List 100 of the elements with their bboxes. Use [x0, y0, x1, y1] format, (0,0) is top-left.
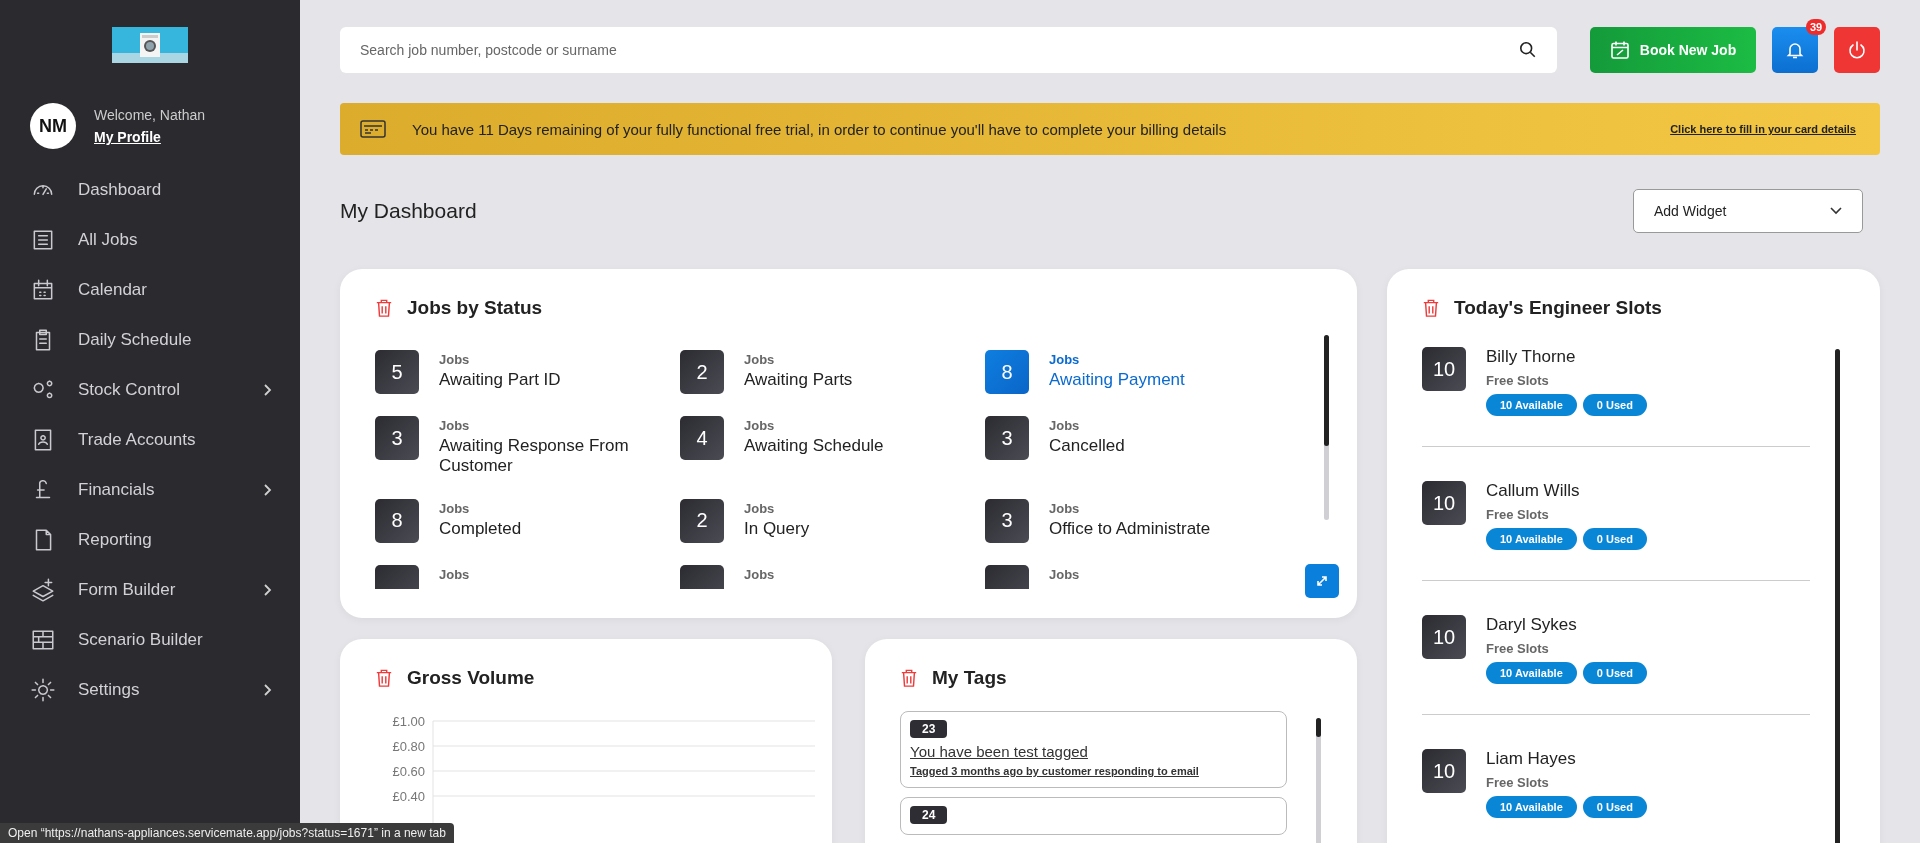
- sidebar-item[interactable]: Stock Control: [0, 365, 300, 415]
- sidebar-item[interactable]: Daily Schedule: [0, 315, 300, 365]
- free-slots-caption: Free Slots: [1486, 641, 1550, 656]
- sidebar-item[interactable]: Settings: [0, 665, 300, 715]
- jobs-caption: Jobs: [1049, 352, 1081, 367]
- sidebar-item[interactable]: Reporting: [0, 515, 300, 565]
- free-slots-caption: Free Slots: [1486, 507, 1550, 522]
- slot-count: 10: [1422, 749, 1466, 793]
- job-count[interactable]: 4: [680, 416, 724, 460]
- bell-icon: [1785, 40, 1805, 60]
- engineer-name: Daryl Sykes: [1486, 615, 1578, 635]
- card-details-link[interactable]: Click here to fill in your card details: [1670, 123, 1856, 135]
- tag-number: 23: [910, 720, 948, 738]
- axis-tick-label: £1.00: [392, 714, 425, 729]
- job-status-link[interactable]: Awaiting Payment: [1049, 370, 1185, 391]
- jobs-caption: Jobs: [1049, 500, 1081, 516]
- sidebar-item[interactable]: Dashboard: [0, 165, 300, 215]
- axis-tick-label: £0.40: [392, 789, 425, 804]
- power-icon: [1847, 40, 1867, 60]
- sidebar-item[interactable]: Form Builder: [0, 565, 300, 615]
- search-icon: [1519, 41, 1537, 59]
- slot-count: 10: [1422, 481, 1466, 525]
- job-count[interactable]: 2: [680, 498, 724, 543]
- jobs-caption: Jobs: [439, 566, 470, 582]
- jobs-caption: Jobs: [744, 566, 775, 582]
- tag-link[interactable]: You have been test tagged: [910, 743, 1088, 760]
- trash-icon[interactable]: [900, 668, 918, 688]
- available-badge: 10 Available: [1486, 528, 1577, 550]
- profile-link[interactable]: My Profile: [94, 129, 205, 145]
- expand-button[interactable]: [1305, 564, 1339, 598]
- trash-icon[interactable]: [375, 668, 393, 688]
- card-title: Today's Engineer Slots: [1454, 297, 1662, 319]
- calendar-icon: [1609, 40, 1630, 60]
- available-badge: 10 Available: [1486, 796, 1577, 818]
- job-count[interactable]: 3: [375, 416, 419, 460]
- trash-icon[interactable]: [375, 298, 393, 318]
- free-slots-caption: Free Slots: [1486, 373, 1550, 388]
- job-count[interactable]: 3: [985, 416, 1029, 460]
- card-title: My Tags: [932, 667, 1007, 689]
- link-status-tooltip: Open “https://nathans-appliances.servicemate.app/jobs?status=1671” in a new tab: [0, 823, 454, 843]
- axis-tick-label: £0.80: [392, 739, 425, 754]
- jobs-caption: Jobs: [439, 418, 471, 433]
- sidebar-item[interactable]: Trade Accounts: [0, 415, 300, 465]
- job-count[interactable]: 5: [375, 350, 419, 394]
- engineer-name: Liam Hayes: [1486, 749, 1577, 769]
- job-count[interactable]: 3: [985, 498, 1029, 543]
- credit-card-icon: [360, 119, 386, 139]
- job-status-link[interactable]: Awaiting Schedule: [744, 436, 884, 457]
- slot-count: 10: [1422, 347, 1466, 391]
- job-status-link[interactable]: Cancelled: [1049, 436, 1125, 457]
- menu-item-icon: [30, 577, 56, 603]
- job-status-link[interactable]: Awaiting Response From Customer: [439, 436, 659, 477]
- jobs-caption: Jobs: [744, 352, 776, 367]
- page-title: My Dashboard: [340, 199, 477, 223]
- job-status-link[interactable]: In Query: [744, 518, 810, 540]
- jobs-caption: Jobs: [1049, 566, 1080, 582]
- trash-icon[interactable]: [1422, 298, 1440, 318]
- card-title: Gross Volume: [407, 667, 535, 689]
- engineer-name: Billy Thorne: [1486, 347, 1577, 367]
- scrollbar[interactable]: [1316, 718, 1321, 843]
- avatar: NM: [30, 103, 76, 149]
- tag-number: 24: [910, 806, 948, 824]
- axis-tick-label: £0.60: [392, 764, 425, 779]
- jobs-caption: Jobs: [1049, 418, 1081, 433]
- slot-count: 10: [1422, 615, 1466, 659]
- job-count[interactable]: 8: [985, 350, 1029, 394]
- jobs-caption: Jobs: [439, 352, 471, 367]
- job-count[interactable]: 2: [680, 350, 724, 394]
- available-badge: 10 Available: [1486, 394, 1577, 416]
- used-badge: 0 Used: [1582, 528, 1647, 550]
- job-status-link[interactable]: Awaiting Part ID: [439, 370, 561, 391]
- search-field[interactable]: Search job number, postcode or surname: [340, 27, 1557, 73]
- jobs-caption: Jobs: [439, 500, 471, 516]
- sidebar-item[interactable]: All Jobs: [0, 215, 300, 265]
- trial-message: You have 11 Days remaining of your fully functional free trial, in order to continue you'll have to complete your billing details: [412, 120, 1228, 138]
- add-widget-dropdown[interactable]: Add Widget: [1633, 189, 1863, 233]
- job-status-link[interactable]: Office to Administrate: [1049, 518, 1211, 540]
- notification-count: 39: [1806, 19, 1826, 35]
- sidebar-item[interactable]: Calendar: [0, 265, 300, 315]
- sidebar-item[interactable]: Financials: [0, 465, 300, 515]
- used-badge: 0 Used: [1582, 394, 1647, 416]
- jobs-caption: Jobs: [744, 418, 776, 433]
- job-count[interactable]: 8: [375, 498, 419, 543]
- scrollbar[interactable]: [1324, 335, 1329, 520]
- jobs-caption: Jobs: [744, 500, 776, 516]
- welcome-text: Welcome, Nathan: [94, 107, 205, 123]
- scrollbar[interactable]: [1835, 349, 1840, 843]
- tag-meta: Tagged 3 months ago by customer responding to email: [910, 765, 1199, 777]
- job-status-link[interactable]: Awaiting Parts: [744, 370, 853, 391]
- job-status-link[interactable]: Completed: [439, 518, 522, 540]
- caret-icon: [1830, 207, 1842, 215]
- sidebar-item[interactable]: Scenario Builder: [0, 615, 300, 665]
- used-badge: 0 Used: [1582, 662, 1647, 684]
- engineer-name: Callum Wills: [1486, 481, 1581, 501]
- logout-button[interactable]: [1834, 27, 1880, 73]
- available-badge: 10 Available: [1486, 662, 1577, 684]
- card-title: Jobs by Status: [407, 297, 543, 319]
- menu-item-icon: [30, 677, 56, 703]
- used-badge: 0 Used: [1582, 796, 1647, 818]
- expand-icon: [1315, 574, 1329, 588]
